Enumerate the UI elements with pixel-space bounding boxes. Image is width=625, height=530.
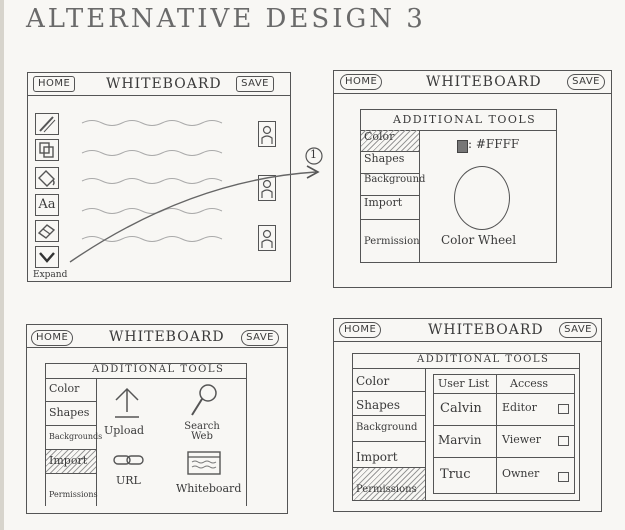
table-row-access[interactable]: Editor — [502, 401, 537, 414]
step-marker: 1 — [310, 148, 317, 161]
menu-item-permissions[interactable]: Permissions — [353, 468, 425, 500]
app-title: WHITEBOARD — [109, 329, 225, 345]
panel-title: ADDITIONAL TOOLS — [92, 364, 225, 375]
checkbox-icon[interactable] — [558, 472, 569, 482]
column-header-user-list: User List — [438, 377, 490, 390]
search-icon[interactable] — [189, 382, 219, 418]
color-wheel-label: Color Wheel — [441, 233, 517, 247]
menu-item-color[interactable]: Color — [353, 368, 425, 392]
header-bar: HOME WHITEBOARD SAVE — [334, 319, 601, 342]
color-swatch[interactable] — [457, 140, 468, 153]
whiteboard-frame-color: HOME WHITEBOARD SAVE ADDITIONAL TOOLS Co… — [333, 70, 612, 288]
save-button[interactable]: SAVE — [241, 330, 279, 346]
menu-item-color[interactable]: Color — [361, 130, 419, 152]
tools-menu: Color Shapes Background Import Permissio… — [353, 368, 426, 500]
search-web-label: Search Web — [184, 421, 220, 442]
header-bar: HOME WHITEBOARD SAVE — [27, 325, 287, 348]
home-button[interactable]: HOME — [340, 74, 383, 90]
whiteboard-icon[interactable] — [186, 450, 222, 476]
table-row-user: Calvin — [440, 401, 482, 416]
panel-title: ADDITIONAL TOOLS — [393, 113, 537, 126]
permissions-table: User List Access Calvin Editor Marvin Vi… — [433, 374, 575, 494]
column-header-access: Access — [510, 377, 549, 390]
app-title: WHITEBOARD — [428, 322, 544, 338]
whiteboard-frame-import: HOME WHITEBOARD SAVE ADDITIONAL TOOLS Co… — [26, 324, 288, 514]
header-bar: HOME WHITEBOARD SAVE — [334, 71, 611, 94]
menu-item-background[interactable]: Background — [353, 416, 425, 442]
save-button[interactable]: SAVE — [559, 322, 597, 338]
whiteboard-frame-permissions: HOME WHITEBOARD SAVE ADDITIONAL TOOLS Co… — [333, 318, 602, 512]
upload-icon[interactable] — [112, 386, 142, 420]
menu-item-import[interactable]: Import — [353, 442, 425, 468]
table-row-user: Truc — [440, 467, 471, 482]
color-hex-value[interactable]: : #FFFF — [468, 137, 519, 151]
menu-item-shapes[interactable]: Shapes — [46, 402, 96, 426]
menu-item-color[interactable]: Color — [46, 378, 96, 402]
upload-label: Upload — [104, 424, 145, 437]
whiteboard-label: Whiteboard — [176, 482, 242, 495]
checkbox-icon[interactable] — [558, 436, 569, 446]
home-button[interactable]: HOME — [339, 322, 382, 338]
menu-item-background[interactable]: Backgrounds — [46, 426, 102, 450]
panel-title: ADDITIONAL TOOLS — [417, 354, 550, 365]
tools-menu: Color Shapes Background Import Permissio… — [361, 130, 425, 262]
link-icon[interactable] — [112, 452, 146, 468]
additional-tools-panel: ADDITIONAL TOOLS Color Shapes Background… — [45, 363, 247, 506]
additional-tools-panel: ADDITIONAL TOOLS Color Shapes Background… — [360, 109, 557, 263]
home-button[interactable]: HOME — [31, 330, 74, 346]
menu-item-import[interactable]: Import — [361, 196, 419, 220]
menu-item-permissions[interactable]: Permissions — [46, 474, 98, 506]
url-label: URL — [116, 474, 141, 487]
table-row-user: Marvin — [438, 433, 482, 447]
table-row-access[interactable]: Owner — [502, 467, 539, 480]
additional-tools-panel: ADDITIONAL TOOLS Color Shapes Background… — [352, 353, 580, 501]
checkbox-icon[interactable] — [558, 404, 569, 414]
app-title: WHITEBOARD — [426, 74, 542, 90]
menu-item-background[interactable]: Background — [361, 174, 425, 196]
menu-item-permission[interactable]: Permission — [361, 220, 420, 262]
tools-menu: Color Shapes Backgrounds Import Permissi… — [46, 378, 102, 506]
menu-item-import[interactable]: Import — [46, 450, 96, 474]
table-row-access[interactable]: Viewer — [502, 433, 541, 446]
menu-item-shapes[interactable]: Shapes — [361, 152, 419, 174]
save-button[interactable]: SAVE — [567, 74, 605, 90]
color-wheel[interactable] — [454, 166, 510, 230]
menu-item-shapes[interactable]: Shapes — [353, 392, 425, 416]
